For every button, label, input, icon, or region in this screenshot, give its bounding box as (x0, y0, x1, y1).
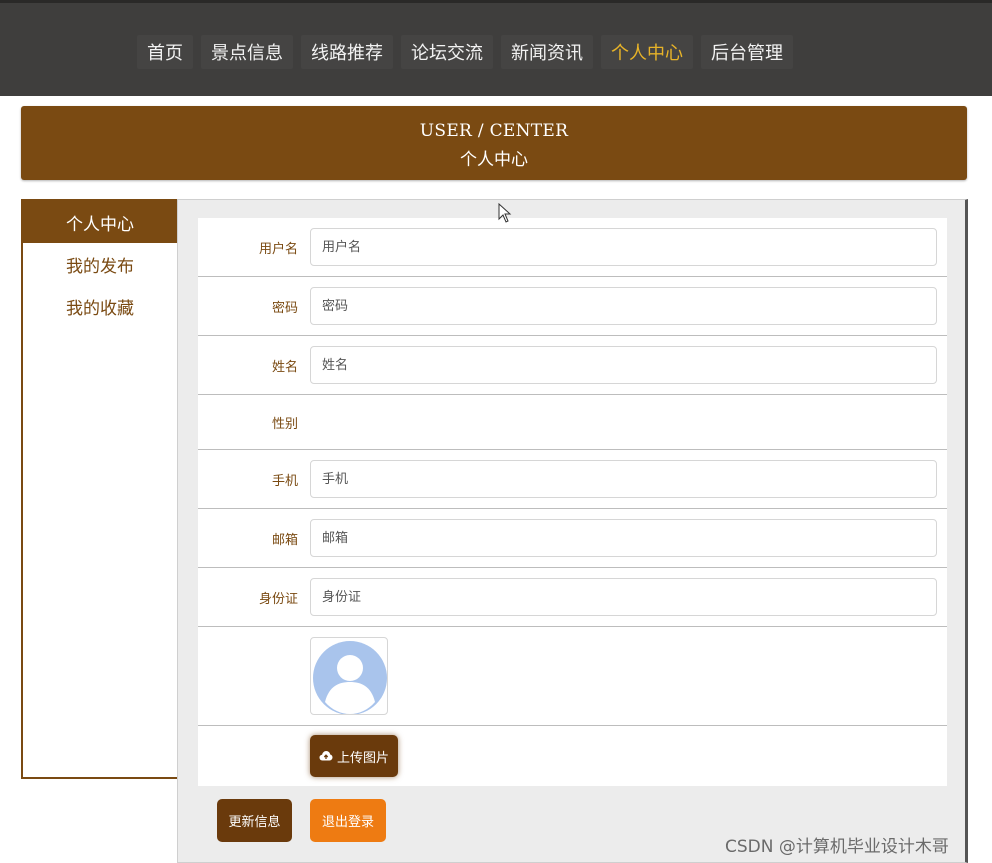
nav-item-home[interactable]: 首页 (137, 35, 193, 69)
form-row-phone: 手机 (198, 450, 947, 509)
main-content: 用户名 密码 姓名 性别 手机 邮箱 身份证 (177, 199, 968, 863)
upload-image-button[interactable]: 上传图片 (310, 735, 399, 777)
upload-image-label: 上传图片 (337, 750, 390, 766)
banner-title-cn: 个人中心 (460, 150, 528, 170)
sidebar-item-my-favorites[interactable]: 我的收藏 (23, 285, 177, 327)
sidebar-item-my-posts[interactable]: 我的发布 (23, 243, 177, 285)
password-input[interactable] (310, 287, 937, 325)
form-row-idcard: 身份证 (198, 568, 947, 627)
name-input[interactable] (310, 346, 937, 384)
avatar (310, 637, 388, 715)
form-row-username: 用户名 (198, 218, 947, 277)
name-label: 姓名 (271, 359, 298, 375)
email-input[interactable] (310, 519, 937, 557)
username-label: 用户名 (258, 241, 298, 257)
form-row-gender: 性别 (198, 395, 947, 450)
logout-button[interactable]: 退出登录 (310, 799, 386, 842)
update-info-button[interactable]: 更新信息 (217, 799, 292, 842)
form-row-upload: 上传图片 (198, 726, 947, 786)
idcard-label: 身份证 (258, 591, 298, 607)
banner-title-en: USER / CENTER (419, 121, 569, 141)
nav-item-forum[interactable]: 论坛交流 (401, 35, 493, 69)
form-row-avatar (198, 627, 947, 726)
nav-item-attractions[interactable]: 景点信息 (201, 35, 293, 69)
nav-item-routes[interactable]: 线路推荐 (301, 35, 393, 69)
page-banner: USER / CENTER 个人中心 (21, 106, 967, 180)
phone-input[interactable] (310, 460, 937, 498)
email-label: 邮箱 (271, 532, 298, 548)
form-row-email: 邮箱 (198, 509, 947, 568)
nav-menu: 首页 景点信息 线路推荐 论坛交流 新闻资讯 个人中心 后台管理 (137, 35, 793, 69)
gender-label: 性别 (271, 416, 298, 432)
watermark: CSDN @计算机毕业设计木哥 (725, 837, 949, 857)
idcard-input[interactable] (310, 578, 937, 616)
mouse-cursor-icon (498, 203, 512, 223)
sidebar: 个人中心 我的发布 我的收藏 (21, 199, 179, 779)
nav-item-news[interactable]: 新闻资讯 (501, 35, 593, 69)
cloud-upload-icon (319, 751, 333, 761)
nav-item-admin[interactable]: 后台管理 (701, 35, 793, 69)
profile-form: 用户名 密码 姓名 性别 手机 邮箱 身份证 (198, 218, 947, 786)
username-input[interactable] (310, 228, 937, 266)
default-avatar-icon (313, 641, 387, 714)
phone-label: 手机 (271, 473, 298, 489)
nav-item-user-center[interactable]: 个人中心 (601, 35, 693, 69)
form-row-name: 姓名 (198, 336, 947, 395)
password-label: 密码 (271, 300, 298, 316)
sidebar-item-user-center[interactable]: 个人中心 (23, 201, 177, 243)
form-row-password: 密码 (198, 277, 947, 336)
top-navigation: 首页 景点信息 线路推荐 论坛交流 新闻资讯 个人中心 后台管理 (0, 0, 992, 96)
